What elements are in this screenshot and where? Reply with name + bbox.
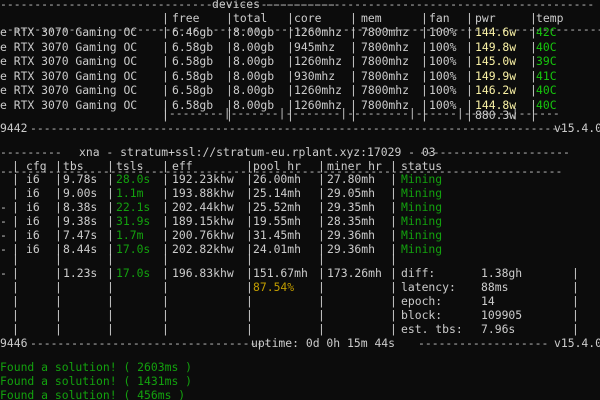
uptime-label: uptime: 0d 0h 15m 44s <box>251 336 396 350</box>
version-label: v15.4.0 <box>554 336 600 350</box>
stats-row: | | | | | | | epoch: 14 | <box>12 294 579 308</box>
status-mining: Mining <box>401 186 443 200</box>
status-mining: Mining <box>401 200 443 214</box>
devices-header-rule: ----------------------------------------… <box>0 0 600 12</box>
totals-row: - | | 1.23s | 17.0s | 196.83khw | 151.67mh |… <box>0 266 579 280</box>
version-label: v15.4.0 <box>554 121 600 135</box>
worker-row: - | i6 | 9.38s | 31.9s | 189.15khw | 19.55mh … <box>0 214 443 228</box>
log-line: Found a solution! ( 456ms ) <box>0 388 186 400</box>
footer-left-id: 9442 <box>0 121 28 135</box>
device-row: e RTX 3070 Gaming OC | 6.58gb | 8.00gb | 12… <box>0 83 557 97</box>
log-line: Found a solution! ( 1431ms ) <box>0 374 193 388</box>
devices-footer: 9442 -----------------------------------… <box>0 121 600 136</box>
worker-row: - | i6 | 7.47s | 1.7m | 200.76khw | 31.45mh |… <box>0 228 443 242</box>
status-mining: Mining <box>401 172 443 186</box>
worker-row: | i6 | 9.00s | 1.1m | 193.88khw | 25.14mh | 29… <box>12 186 443 200</box>
device-row: e RTX 3070 Gaming OC | 6.58gb | 8.00gb | 12… <box>0 54 557 68</box>
worker-row: | i6 | 9.78s | 28.0s | 192.23khw | 26.00mh | 2… <box>12 172 443 186</box>
terminal-window: ----------------------------------------… <box>0 0 600 400</box>
pool-header-rule: --------- xna - stratum+ssl://stratum-eu… <box>0 145 570 159</box>
stats-row: | | | | | | | block: 109905 | <box>12 308 579 322</box>
stats-row: | | | | | 87.54% | | latency: 88ms | <box>12 280 579 294</box>
device-row: e RTX 3070 Gaming OC | 6.58gb | 8.00gb | 93… <box>0 68 557 83</box>
pool-title: xna - stratum+ssl://stratum-eu.rplant.xy… <box>79 145 436 159</box>
worker-row: - | i6 | 8.38s | 22.1s | 202.44khw | 25.52mh … <box>0 200 443 214</box>
pool-percent: 87.54% <box>253 280 295 294</box>
footer-left-id: 9446 <box>0 336 28 350</box>
status-mining: Mining <box>401 228 443 242</box>
stats-row: | | | | | | | est. tbs: 7.96s | <box>12 322 579 336</box>
log-line: Found a solution! ( 2603ms ) <box>0 360 193 374</box>
pool-footer: 9446 -----------------------------------… <box>0 336 600 351</box>
devices-title: devices <box>212 0 261 11</box>
device-row: e RTX 3070 Gaming OC | 6.46gb | 8.00gb | 12… <box>0 25 557 39</box>
device-row: e RTX 3070 Gaming OC | 6.58gb | 8.00gb | 94… <box>0 39 557 54</box>
status-mining: Mining <box>401 214 443 228</box>
